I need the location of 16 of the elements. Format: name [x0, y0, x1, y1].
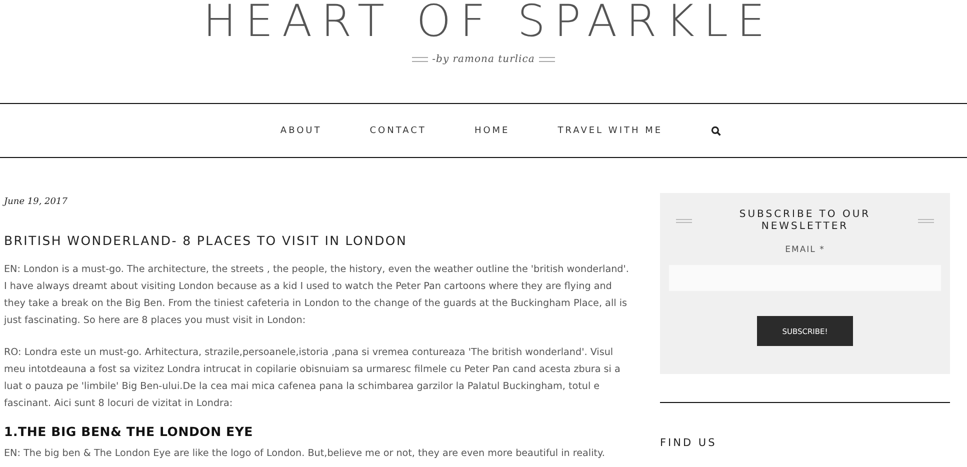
paragraph: EN: London is a must-go. The architecture, the streets , the people, the history, even the weather outline the 'british wonderland'. I have always dreamt about visiting London because as a kid I used to watch the Peter Pan cartoons where they are flying and they take a break on the Big Ben. From the tiniest cafeteria in London to the change of the guards at the Buckingham Place, all is just fascinating. So here are 8 places you must visit in London: — [4, 263, 630, 328]
field-label: EMAIL * — [785, 245, 825, 255]
post-date: June 19, 2017 — [4, 197, 68, 207]
nav-link[interactable]: TRAVEL WITH ME — [558, 126, 663, 136]
nav-link[interactable]: ABOUT — [280, 126, 322, 136]
newsletter-title: SUBSCRIBE TO OUR NEWSLETTER — [738, 209, 872, 233]
site-title[interactable]: HEART OF SPARKLE — [10, 0, 967, 44]
search-icon[interactable] — [710, 126, 721, 136]
tagline: -by ramona turlica — [432, 54, 535, 65]
section-heading: 1.THE BIG BEN& THE LONDON EYE — [4, 424, 254, 439]
widget-title: FIND US — [660, 437, 718, 449]
nav-link[interactable]: CONTACT — [370, 126, 426, 136]
post-title[interactable]: BRITISH WONDERLAND- 8 PLACES TO VISIT IN LONDON — [4, 233, 634, 248]
paragraph: RO: Londra este un must-go. Arhitectura, strazile,persoanele,istoria ,pana si vremea contureaza 'The british wonderland'. Visul meu intotdeauna a fost sa vizitez Londra intrucat in copilarie obisnuiam sa urmaresc filmele cu Peter Pan cand acesta zbura si a luat o pauza pe 'limbile' Big Ben-ului.De la cea mai mica cafenea pana la schimbarea garzilor la Palatul Buckingham, totul e fascinant. Aici sunt 8 locuri de vizitat in Londra: — [4, 346, 622, 411]
nav-link[interactable]: HOME — [474, 126, 510, 136]
paragraph: EN: The big ben & The London Eye are like the logo of London. But,believe me or not, they are even more beautiful in reality. — [4, 447, 606, 461]
